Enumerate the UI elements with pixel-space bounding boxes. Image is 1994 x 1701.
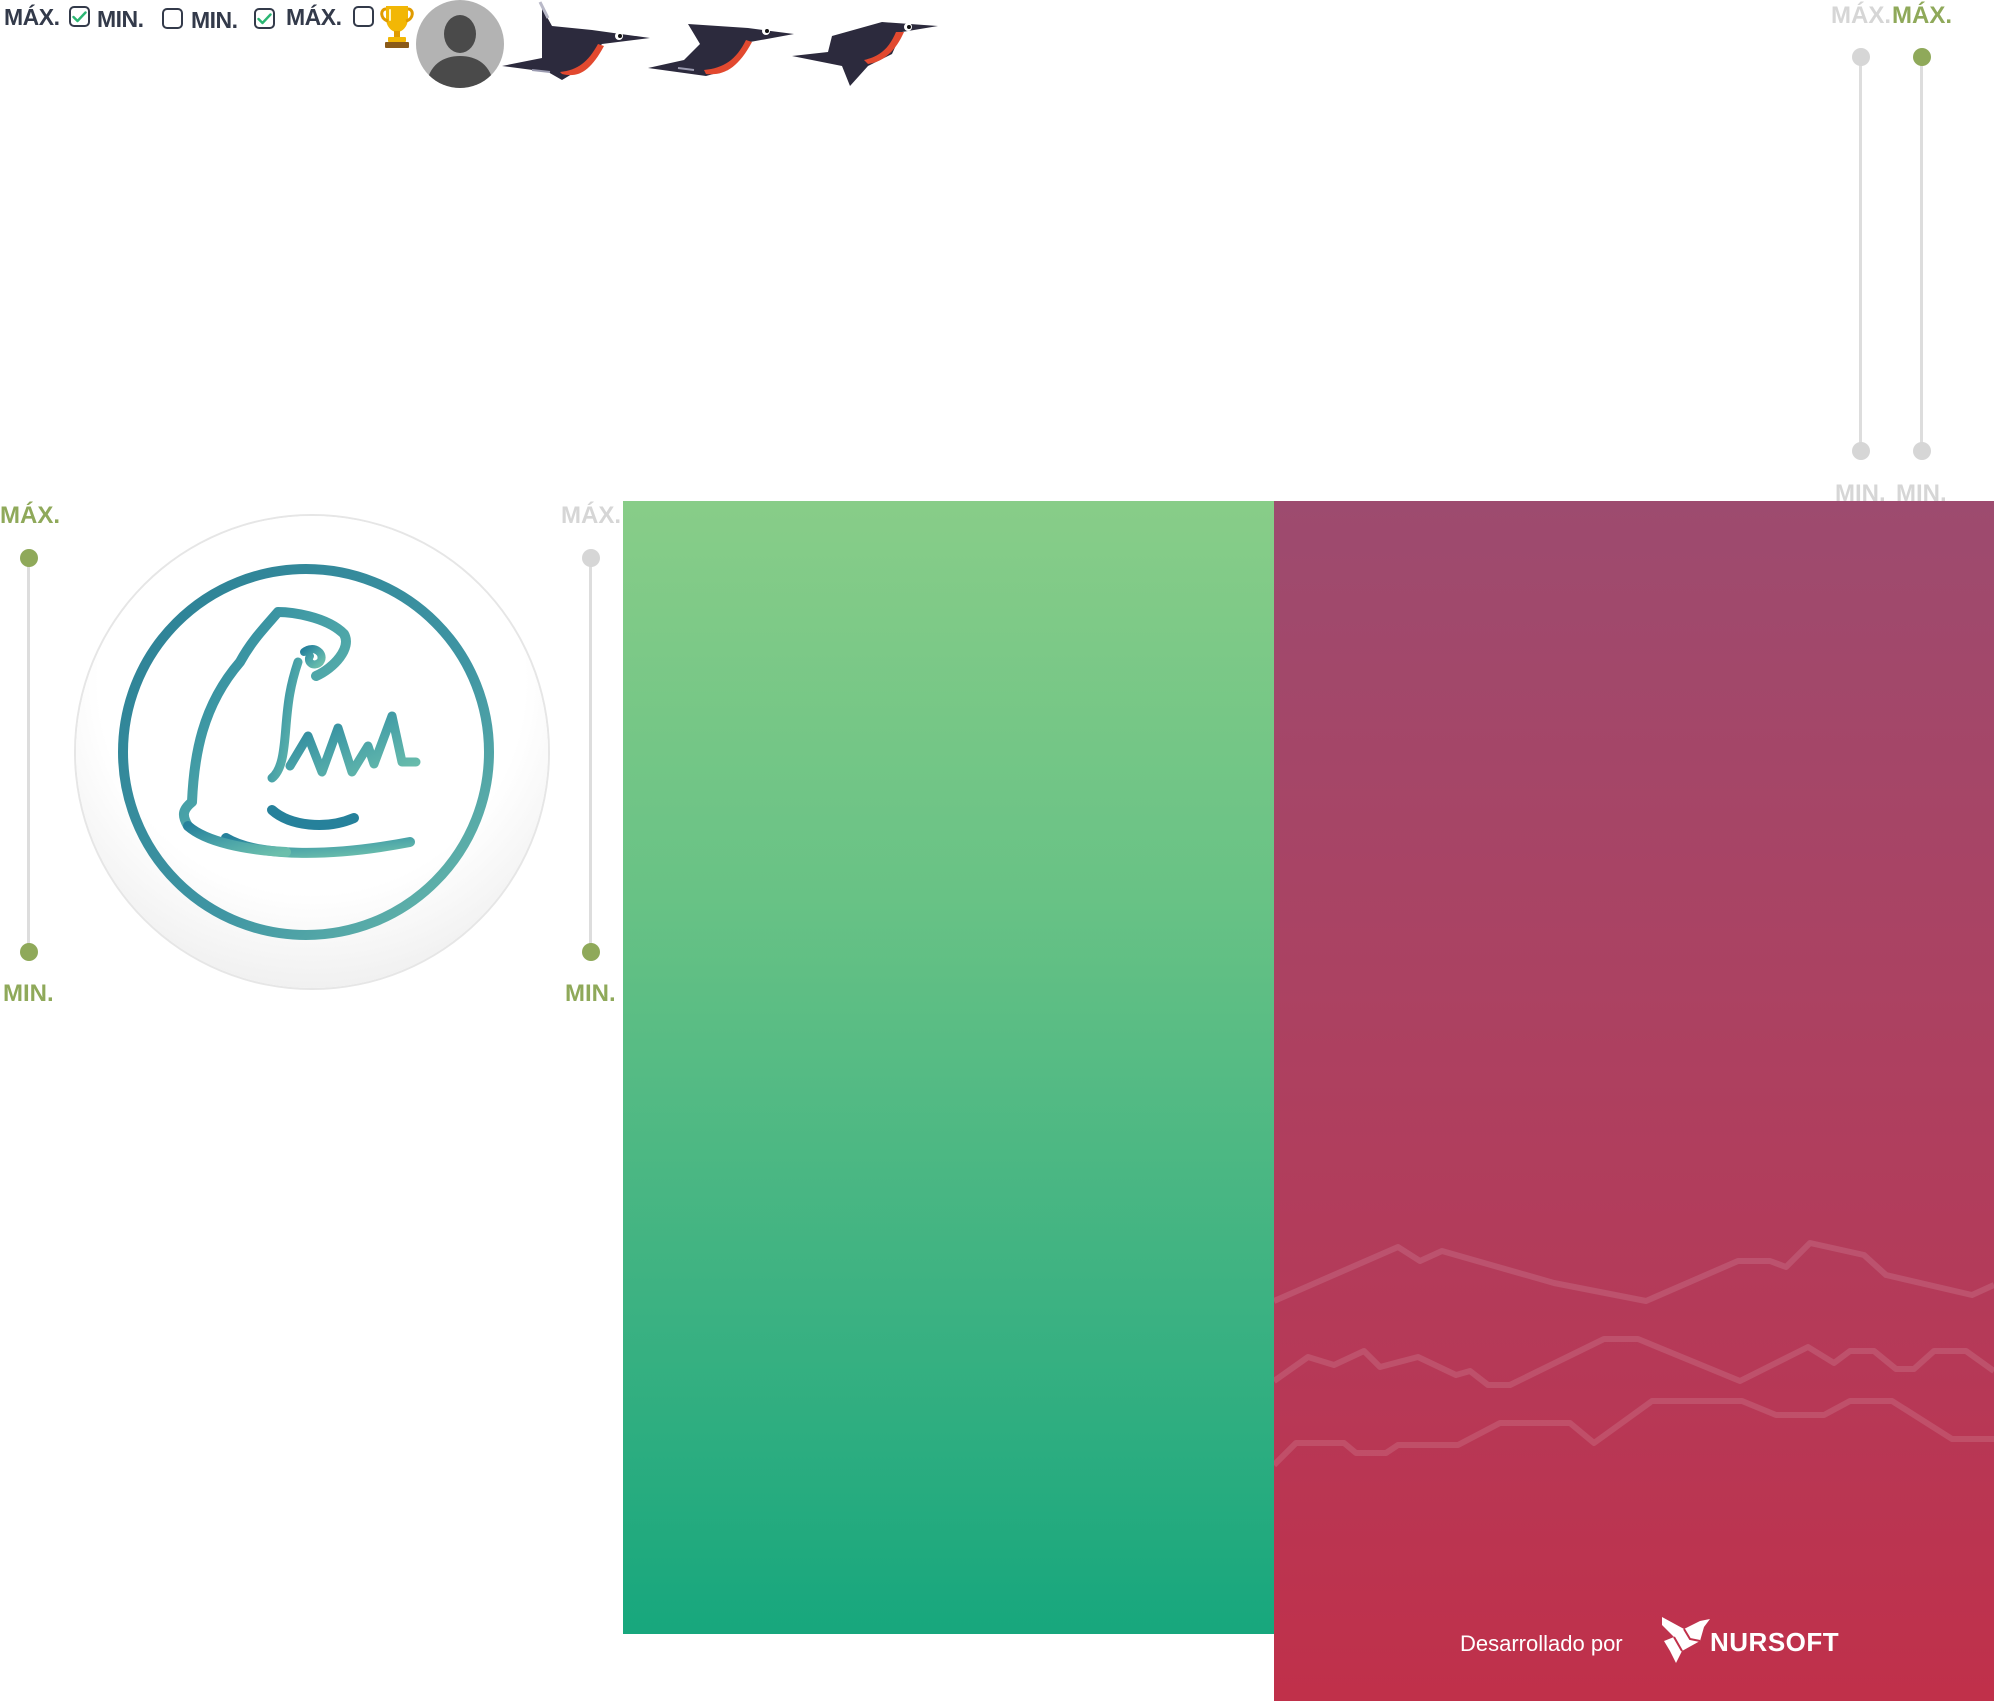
legend-row: MÁX. MIN. MIN. MÁX. (4, 2, 424, 36)
slider-mid-min-handle[interactable] (582, 943, 600, 961)
legend-label-min-2: MIN. (191, 7, 238, 33)
bird-icon-2 (648, 18, 796, 80)
legend-checkbox-min-2[interactable] (254, 8, 275, 29)
developed-by-label: Desarrollado por (1460, 1631, 1623, 1656)
app-logo (76, 516, 548, 988)
slider-tr1-min-handle[interactable] (1852, 442, 1870, 460)
legend-checkbox-max-2[interactable] (353, 6, 374, 27)
slider-tr1-max-handle[interactable] (1852, 48, 1870, 66)
slider-tr2-max-handle[interactable] (1913, 48, 1931, 66)
slider-left-min-label: MIN. (3, 980, 54, 1007)
slider-mid-track[interactable] (589, 558, 592, 952)
legend-label-max-1: MÁX. (4, 4, 60, 30)
nursoft-bird-icon (1662, 1617, 1710, 1663)
slider-tr2-max-label: MÁX. (1892, 2, 1952, 29)
check-icon (72, 10, 87, 22)
slider-mid-max-handle[interactable] (582, 549, 600, 567)
red-gradient-panel: Desarrollado por NURSOFT (1274, 501, 1994, 1701)
legend-label-max-2: MÁX. (286, 4, 342, 30)
check-icon (257, 12, 272, 24)
slider-mid-min-label: MIN. (565, 980, 616, 1007)
slider-left-max-handle[interactable] (20, 549, 38, 567)
legend-label-min-1: MIN. (97, 6, 144, 32)
wizard-hat-icon (118, 564, 494, 940)
avatar[interactable] (416, 0, 504, 88)
slider-tr1-track[interactable] (1859, 57, 1862, 451)
slider-tr2-min-handle[interactable] (1913, 442, 1931, 460)
slider-left-min-handle[interactable] (20, 943, 38, 961)
mountain-lines-decoration (1274, 1240, 1994, 1468)
slider-left-max-label: MÁX. (0, 502, 60, 529)
bird-icon-1 (502, 0, 650, 82)
slider-tr1-max-label: MÁX. (1831, 2, 1891, 29)
slider-tr2-track[interactable] (1920, 57, 1923, 451)
trophy-icon (378, 2, 416, 50)
nursoft-wordmark: NURSOFT (1710, 1627, 1840, 1657)
slider-mid-max-label: MÁX. (561, 502, 621, 529)
legend-checkbox-min-1[interactable] (162, 8, 183, 29)
nursoft-logo[interactable]: NURSOFT (1660, 1611, 1839, 1667)
user-silhouette-icon (426, 15, 494, 88)
green-gradient-panel (623, 501, 1274, 1634)
bird-icon-3 (792, 16, 940, 88)
legend-checkbox-max-1[interactable] (69, 6, 90, 27)
slider-left-track[interactable] (27, 558, 30, 952)
